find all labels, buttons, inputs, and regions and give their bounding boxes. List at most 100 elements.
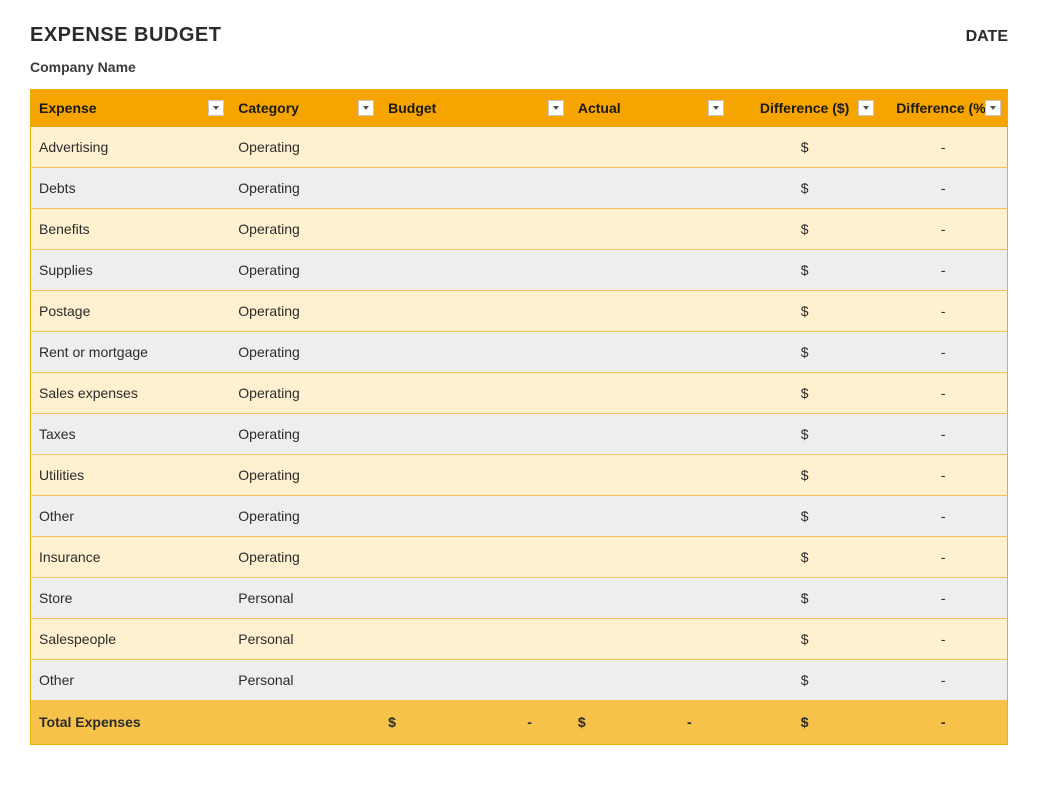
- cell-category: Operating: [230, 537, 380, 578]
- cell-diff-dollar: $: [730, 168, 880, 209]
- cell-expense: Insurance: [31, 537, 231, 578]
- total-diff-percent: -: [880, 700, 1008, 745]
- cell-budget: [380, 209, 570, 250]
- cell-diff-dollar: $: [730, 537, 880, 578]
- chevron-down-icon: [362, 104, 370, 112]
- chevron-down-icon: [212, 104, 220, 112]
- table-row: AdvertisingOperating$-: [31, 127, 1008, 168]
- cell-budget: [380, 619, 570, 660]
- cell-budget: [380, 291, 570, 332]
- cell-diff-dollar: $: [730, 127, 880, 168]
- total-actual-value: -: [687, 714, 692, 730]
- cell-actual: [570, 127, 730, 168]
- cell-diff-percent: -: [880, 250, 1008, 291]
- table-row: BenefitsOperating$-: [31, 209, 1008, 250]
- cell-budget: [380, 168, 570, 209]
- cell-actual: [570, 414, 730, 455]
- cell-diff-percent: -: [880, 660, 1008, 701]
- cell-actual: [570, 455, 730, 496]
- cell-diff-dollar: $: [730, 496, 880, 537]
- total-label: Total Expenses: [31, 700, 231, 745]
- cell-budget: [380, 496, 570, 537]
- table-row: InsuranceOperating$-: [31, 537, 1008, 578]
- cell-budget: [380, 455, 570, 496]
- col-header-actual: Actual: [570, 90, 730, 127]
- cell-diff-dollar: $: [730, 414, 880, 455]
- total-row: Total Expenses $ - $ - $ -: [31, 700, 1008, 745]
- cell-diff-dollar: $: [730, 332, 880, 373]
- cell-actual: [570, 209, 730, 250]
- cell-expense: Other: [31, 660, 231, 701]
- cell-actual: [570, 250, 730, 291]
- cell-diff-dollar: $: [730, 619, 880, 660]
- cell-expense: Store: [31, 578, 231, 619]
- cell-diff-dollar: $: [730, 209, 880, 250]
- table-row: OtherPersonal $-: [31, 660, 1008, 701]
- filter-button-diff-percent[interactable]: [985, 100, 1001, 116]
- cell-budget: [380, 537, 570, 578]
- filter-button-category[interactable]: [358, 100, 374, 116]
- cell-diff-dollar: $: [730, 455, 880, 496]
- cell-expense: Salespeople: [31, 619, 231, 660]
- col-header-budget: Budget: [380, 90, 570, 127]
- cell-category: Operating: [230, 209, 380, 250]
- cell-expense: Debts: [31, 168, 231, 209]
- cell-category: Operating: [230, 455, 380, 496]
- cell-diff-dollar: $: [730, 291, 880, 332]
- cell-diff-dollar: $: [730, 578, 880, 619]
- chevron-down-icon: [989, 104, 997, 112]
- filter-button-budget[interactable]: [548, 100, 564, 116]
- cell-diff-percent: -: [880, 414, 1008, 455]
- cell-expense: Sales expenses: [31, 373, 231, 414]
- cell-diff-percent: -: [880, 332, 1008, 373]
- col-header-label: Budget: [388, 100, 436, 116]
- filter-button-diff-dollar[interactable]: [858, 100, 874, 116]
- cell-diff-percent: -: [880, 373, 1008, 414]
- cell-expense: Advertising: [31, 127, 231, 168]
- col-header-diff-percent: Difference (%): [880, 90, 1008, 127]
- cell-actual: [570, 619, 730, 660]
- table-row: StorePersonal$-: [31, 578, 1008, 619]
- cell-category: Operating: [230, 250, 380, 291]
- cell-diff-percent: -: [880, 578, 1008, 619]
- filter-button-actual[interactable]: [708, 100, 724, 116]
- date-label: DATE: [966, 28, 1008, 46]
- total-actual: $ -: [570, 700, 730, 745]
- cell-expense: Utilities: [31, 455, 231, 496]
- chevron-down-icon: [712, 104, 720, 112]
- chevron-down-icon: [862, 104, 870, 112]
- cell-budget: [380, 414, 570, 455]
- cell-category: Operating: [230, 168, 380, 209]
- col-header-label: Category: [238, 100, 299, 116]
- cell-diff-dollar: $: [730, 250, 880, 291]
- col-header-category: Category: [230, 90, 380, 127]
- cell-actual: [570, 496, 730, 537]
- cell-budget: [380, 332, 570, 373]
- cell-expense: Postage: [31, 291, 231, 332]
- cell-category: Personal: [230, 660, 380, 701]
- page-title: EXPENSE BUDGET: [30, 24, 221, 47]
- cell-diff-percent: -: [880, 127, 1008, 168]
- cell-category: Personal: [230, 619, 380, 660]
- cell-expense: Taxes: [31, 414, 231, 455]
- table-row: TaxesOperating$-: [31, 414, 1008, 455]
- cell-category: Operating: [230, 496, 380, 537]
- total-budget: $ -: [380, 700, 570, 745]
- table-row: PostageOperating$-: [31, 291, 1008, 332]
- cell-budget: [380, 373, 570, 414]
- filter-button-expense[interactable]: [208, 100, 224, 116]
- col-header-label: Actual: [578, 100, 621, 116]
- cell-diff-dollar: $: [730, 660, 880, 701]
- cell-expense: Benefits: [31, 209, 231, 250]
- table-row: SuppliesOperating$-: [31, 250, 1008, 291]
- col-header-label: Difference (%): [896, 100, 990, 116]
- total-diff-dollar: $: [730, 700, 880, 745]
- total-category: [230, 700, 380, 745]
- cell-actual: [570, 373, 730, 414]
- currency-symbol: $: [388, 714, 396, 730]
- company-name: Company Name: [30, 59, 1008, 75]
- cell-category: Operating: [230, 332, 380, 373]
- cell-diff-dollar: $: [730, 373, 880, 414]
- table-row: Sales expensesOperating$-: [31, 373, 1008, 414]
- cell-actual: [570, 578, 730, 619]
